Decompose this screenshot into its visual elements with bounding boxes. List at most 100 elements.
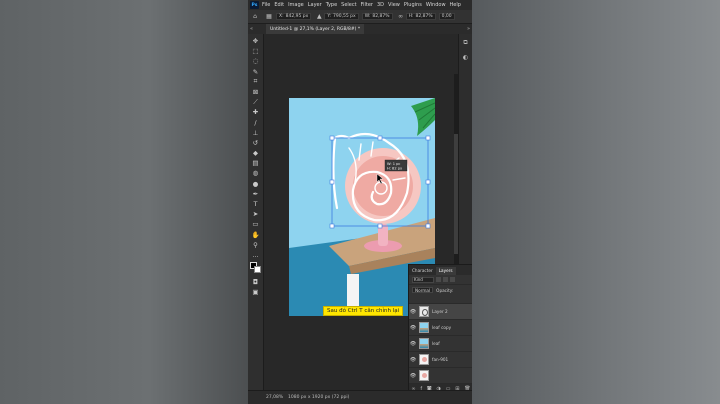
- eye-icon[interactable]: 👁: [409, 309, 417, 315]
- layer-name: leaf copy: [432, 325, 452, 330]
- tab-layers[interactable]: Layers: [435, 267, 456, 275]
- x-position-field[interactable]: X: 842,95 px: [276, 13, 312, 20]
- more-tools-icon[interactable]: …: [250, 250, 261, 260]
- layers-panel-tabs: Character Layers: [409, 265, 472, 275]
- history-brush-tool-icon[interactable]: ↺: [250, 138, 261, 148]
- layer-row-layer-2[interactable]: 👁 Layer 2: [409, 304, 472, 320]
- zoom-level[interactable]: 27,08%: [266, 395, 288, 400]
- eye-icon[interactable]: 👁: [409, 373, 417, 379]
- layer-thumbnail: [419, 370, 429, 381]
- pen-tool-icon[interactable]: ✒: [250, 189, 261, 199]
- y-label: Y:: [327, 14, 331, 19]
- color-swatches[interactable]: [249, 262, 262, 274]
- blurred-background-left: [0, 0, 248, 404]
- crop-tool-icon[interactable]: ⌗: [250, 77, 261, 87]
- rectangle-tool-icon[interactable]: ▭: [250, 219, 261, 229]
- triangle-icon[interactable]: ▲: [315, 13, 323, 21]
- menu-type[interactable]: Type: [326, 2, 337, 8]
- menu-plugins[interactable]: Plugins: [404, 2, 422, 8]
- move-tool-icon[interactable]: ✥: [250, 36, 261, 46]
- layer-name: fan-901: [432, 357, 449, 362]
- h-value: 82,87%: [415, 14, 433, 19]
- menu-select[interactable]: Select: [341, 2, 356, 8]
- menu-3d[interactable]: 3D: [377, 2, 384, 8]
- angle-value: 0,00: [441, 14, 452, 19]
- link-icon[interactable]: ∞: [397, 13, 405, 21]
- menu-edit[interactable]: Edit: [274, 2, 284, 8]
- dodge-tool-icon[interactable]: ●: [250, 179, 261, 189]
- transform-handle-top-center[interactable]: [377, 135, 383, 141]
- filter-type-icon[interactable]: [450, 277, 455, 282]
- path-select-tool-icon[interactable]: ➤: [250, 209, 261, 219]
- home-icon[interactable]: ⌂: [251, 13, 259, 21]
- transform-handle-top-right[interactable]: [425, 135, 431, 141]
- blend-row: Normal Opacity:: [409, 285, 472, 295]
- stamp-tool-icon[interactable]: ⊥: [250, 128, 261, 138]
- photoshop-logo: Ps: [250, 1, 259, 9]
- height-field[interactable]: H: 82,87%: [405, 13, 436, 20]
- document-size: 1080 px x 1920 px (72 ppi): [288, 395, 350, 400]
- eye-icon[interactable]: 👁: [409, 357, 417, 363]
- photoshop-window: Ps File Edit Image Layer Type Select Fil…: [248, 0, 472, 404]
- eraser-tool-icon[interactable]: ◆: [250, 148, 261, 158]
- menu-view[interactable]: View: [388, 2, 400, 8]
- reference-point-icon[interactable]: ▦: [265, 13, 273, 21]
- y-position-field[interactable]: Y: 790,55 px: [324, 13, 359, 20]
- background-color-swatch[interactable]: [253, 266, 261, 274]
- gradient-tool-icon[interactable]: ▤: [250, 158, 261, 168]
- layer-name: leaf: [432, 341, 440, 346]
- menu-layer[interactable]: Layer: [308, 2, 322, 8]
- transform-handle-middle-right[interactable]: [425, 179, 431, 185]
- layer-kind-filter[interactable]: Kind: [412, 276, 434, 283]
- transform-handle-bottom-right[interactable]: [425, 223, 431, 229]
- width-field[interactable]: W: 82,87%: [361, 13, 393, 20]
- transform-handle-bottom-center[interactable]: [377, 223, 383, 229]
- layer-row-leaf[interactable]: 👁 leaf: [409, 336, 472, 352]
- eye-icon[interactable]: 👁: [409, 325, 417, 331]
- adjustments-panel-icon[interactable]: ◐: [461, 52, 471, 62]
- transform-handle-middle-left[interactable]: [329, 179, 335, 185]
- menu-help[interactable]: Help: [450, 2, 461, 8]
- opacity-label: Opacity:: [436, 287, 454, 293]
- type-tool-icon[interactable]: T: [250, 199, 261, 209]
- menu-image[interactable]: Image: [288, 2, 304, 8]
- layer-row-leaf-copy[interactable]: 👁 leaf copy: [409, 320, 472, 336]
- hand-tool-icon[interactable]: ✋: [250, 230, 261, 240]
- transform-tooltip-line2: H: 82 px: [387, 167, 403, 171]
- history-panel-icon[interactable]: ⧉: [461, 38, 471, 48]
- menu-bar: Ps File Edit Image Layer Type Select Fil…: [248, 0, 472, 10]
- transform-handle-top-left[interactable]: [329, 135, 335, 141]
- zoom-tool-icon[interactable]: ⚲: [250, 240, 261, 250]
- transform-handle-bottom-left[interactable]: [329, 223, 335, 229]
- filter-pixel-icon[interactable]: [436, 277, 441, 282]
- document-tab[interactable]: Untitled-1 @ 27,1% (Layer 2, RGB/8#) *: [266, 24, 365, 34]
- menu-file[interactable]: File: [262, 2, 270, 8]
- blur-tool-icon[interactable]: ◍: [250, 168, 261, 178]
- menu-window[interactable]: Window: [426, 2, 446, 8]
- eyedropper-tool-icon[interactable]: ⟋: [250, 97, 261, 107]
- healing-brush-tool-icon[interactable]: ✚: [250, 107, 261, 117]
- layer-row-fan[interactable]: 👁 fan-901: [409, 352, 472, 368]
- status-bar: 27,08% 1080 px x 1920 px (72 ppi): [248, 390, 472, 404]
- lock-row: [409, 295, 472, 304]
- blend-mode-select[interactable]: Normal: [412, 287, 434, 293]
- screen-mode-icon[interactable]: ▣: [250, 287, 261, 297]
- document-tab-title: Untitled-1 @ 27,1% (Layer 2, RGB/8#) *: [270, 26, 361, 32]
- collapse-left-icon[interactable]: «: [250, 26, 253, 32]
- quick-mask-icon[interactable]: ◘: [250, 277, 261, 287]
- brush-tool-icon[interactable]: ∕: [250, 118, 261, 128]
- video-caption: Sau đó Ctrl T cân chỉnh lại: [323, 306, 404, 316]
- lasso-tool-icon[interactable]: ◌: [250, 56, 261, 66]
- eye-icon[interactable]: 👁: [409, 341, 417, 347]
- angle-field[interactable]: 0,00: [438, 13, 455, 20]
- quick-select-tool-icon[interactable]: ✎: [250, 67, 261, 77]
- document-tab-row: « Untitled-1 @ 27,1% (Layer 2, RGB/8#) *…: [248, 24, 472, 34]
- marquee-tool-icon[interactable]: ⬚: [250, 46, 261, 56]
- tab-character[interactable]: Character: [409, 267, 436, 275]
- frame-tool-icon[interactable]: ⊠: [250, 87, 261, 97]
- layer-row-background[interactable]: 👁: [409, 368, 472, 384]
- layer-thumbnail: [419, 354, 429, 365]
- filter-adjustment-icon[interactable]: [443, 277, 448, 282]
- menu-filter[interactable]: Filter: [361, 2, 373, 8]
- collapse-right-icon[interactable]: »: [467, 26, 470, 32]
